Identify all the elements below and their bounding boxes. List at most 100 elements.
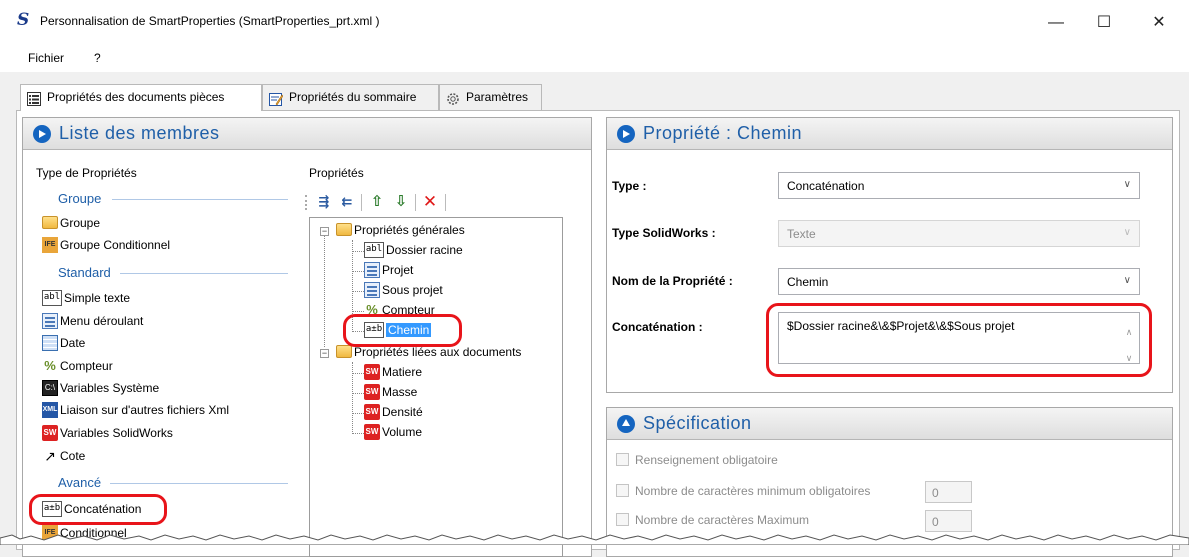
max-chars-checkbox-row[interactable]: Nombre de caractères Maximum	[616, 513, 809, 527]
property-type-simple-texte[interactable]: abl Simple texte	[42, 290, 130, 307]
group-header-groupe: Groupe	[58, 191, 102, 206]
expand-all-icon[interactable]: ⇶	[315, 193, 333, 211]
tree-node-densite[interactable]: SW Densité	[364, 404, 423, 421]
required-checkbox-row[interactable]: Renseignement obligatoire	[616, 453, 778, 467]
property-types-title: Type de Propriétés	[36, 166, 137, 180]
tree-node-dossier-racine[interactable]: abl Dossier racine	[364, 242, 463, 259]
tree-connector	[352, 331, 364, 332]
dimension-icon: ↗	[44, 448, 56, 464]
folder-icon	[42, 216, 58, 230]
properties-title: Propriétés	[309, 166, 364, 180]
tree-node-projet[interactable]: Projet	[364, 262, 413, 279]
members-panel-title: Liste des membres	[59, 123, 220, 143]
specification-panel-title: Spécification	[643, 413, 752, 433]
collapse-toggle[interactable]: −	[320, 349, 329, 358]
tree-connector	[352, 433, 364, 434]
menu-bar: Fichier ?	[0, 44, 1189, 72]
dropdown-list-icon	[364, 262, 380, 278]
concatenation-label: Concaténation :	[612, 320, 703, 334]
property-type-liaison-xml[interactable]: XML Liaison sur d'autres fichiers Xml	[42, 402, 229, 419]
maximize-button[interactable]: ☐	[1082, 10, 1126, 36]
property-name-field[interactable]: Chemin ∨	[778, 268, 1140, 295]
max-chars-input: 0	[925, 510, 972, 532]
list-icon	[27, 90, 41, 106]
tab-summary-properties[interactable]: Propriétés du sommaire	[262, 84, 439, 110]
tree-connector	[352, 291, 364, 292]
tab-document-properties[interactable]: Propriétés des documents pièces	[20, 84, 262, 111]
min-chars-checkbox[interactable]	[616, 484, 629, 498]
tree-connector	[352, 240, 353, 330]
property-type-menu-deroulant[interactable]: Menu déroulant	[42, 313, 143, 330]
tab-label: Paramètres	[466, 90, 529, 104]
solidworks-icon: SW	[364, 364, 380, 380]
folder-icon	[336, 345, 352, 359]
counter-icon: %	[366, 302, 378, 317]
tree-node-masse[interactable]: SW Masse	[364, 384, 417, 401]
property-type-variables-systeme[interactable]: C:\ Variables Système	[42, 380, 159, 397]
window-title: Personnalisation de SmartProperties (Sma…	[40, 14, 380, 28]
tree-node-proprietes-generales[interactable]: Propriétés générales	[336, 223, 465, 237]
divider	[112, 199, 288, 200]
scrollbar[interactable]: ∧ ∨	[1123, 319, 1135, 371]
property-type-cote[interactable]: ↗ Cote	[42, 448, 85, 465]
solidworks-icon: SW	[364, 384, 380, 400]
concatenation-icon: a±b	[364, 322, 384, 338]
minimize-button[interactable]: —	[1034, 10, 1078, 36]
property-type-variables-solidworks[interactable]: SW Variables SolidWorks	[42, 425, 173, 442]
folder-icon	[336, 223, 352, 237]
torn-edge	[0, 534, 1189, 545]
property-type-concatenation[interactable]: a±b Concaténation	[42, 501, 141, 518]
min-chars-input: 0	[925, 481, 972, 503]
edit-icon	[269, 90, 284, 106]
property-name-label: Nom de la Propriété :	[612, 274, 733, 288]
move-down-icon[interactable]: ⇩	[392, 193, 410, 211]
tree-node-proprietes-liees[interactable]: Propriétés liées aux documents	[336, 345, 521, 359]
system-variables-icon: C:\	[42, 380, 58, 396]
solidworks-type-select: Texte ∨	[778, 220, 1140, 247]
tree-node-matiere[interactable]: SW Matiere	[364, 364, 422, 381]
type-select[interactable]: Concaténation ∨	[778, 172, 1140, 199]
tab-parameters[interactable]: Paramètres	[439, 84, 542, 110]
toolbar-separator	[445, 194, 446, 211]
collapse-all-icon[interactable]: ⇇	[338, 193, 356, 211]
collapse-toggle[interactable]: −	[320, 227, 329, 236]
concatenation-icon: a±b	[42, 501, 62, 517]
tree-connector	[352, 393, 364, 394]
concatenation-field[interactable]: $Dossier racine&\&$Projet&\&$Sous projet…	[778, 312, 1140, 364]
property-type-compteur[interactable]: % Compteur	[42, 358, 112, 375]
xml-icon: XML	[42, 402, 58, 418]
conditional-icon: IFE	[42, 237, 58, 253]
chevron-up-icon[interactable]	[617, 415, 635, 433]
group-header-avance: Avancé	[58, 475, 102, 490]
divider	[110, 483, 288, 484]
property-panel-title: Propriété : Chemin	[643, 123, 803, 143]
chevron-right-icon[interactable]	[33, 125, 51, 143]
tree-connector	[352, 373, 364, 374]
solidworks-type-label: Type SolidWorks :	[612, 226, 716, 240]
required-checkbox[interactable]	[616, 453, 629, 467]
move-up-icon[interactable]: ⇧	[368, 193, 386, 211]
min-chars-checkbox-row[interactable]: Nombre de caractères minimum obligatoire…	[616, 484, 870, 498]
max-chars-checkbox[interactable]	[616, 513, 629, 527]
app-icon: S	[17, 10, 30, 30]
chevron-down-icon: ∨	[1123, 179, 1131, 190]
menu-fichier[interactable]: Fichier	[28, 51, 64, 65]
close-button[interactable]: ✕	[1137, 10, 1181, 36]
delete-icon[interactable]: ✕	[421, 193, 439, 211]
tree-node-sous-projet[interactable]: Sous projet	[364, 282, 443, 299]
solidworks-icon: SW	[364, 404, 380, 420]
property-type-groupe[interactable]: Groupe	[42, 216, 100, 230]
text-field-icon: abl	[364, 242, 384, 258]
property-type-date[interactable]: Date	[42, 335, 85, 352]
menu-help[interactable]: ?	[94, 51, 101, 65]
type-label: Type :	[612, 179, 647, 193]
tree-node-volume[interactable]: SW Volume	[364, 424, 422, 441]
chevron-right-icon[interactable]	[617, 125, 635, 143]
dropdown-list-icon	[364, 282, 380, 298]
property-type-groupe-conditionnel[interactable]: IFE Groupe Conditionnel	[42, 237, 170, 254]
tree-node-chemin[interactable]: a±b Chemin	[364, 322, 432, 339]
tree-node-compteur[interactable]: % Compteur	[364, 302, 434, 319]
tree-connector	[352, 271, 364, 272]
properties-tree[interactable]: − Propriétés générales abl Dossier racine…	[309, 217, 563, 557]
members-panel-header: Liste des membres	[23, 118, 591, 150]
